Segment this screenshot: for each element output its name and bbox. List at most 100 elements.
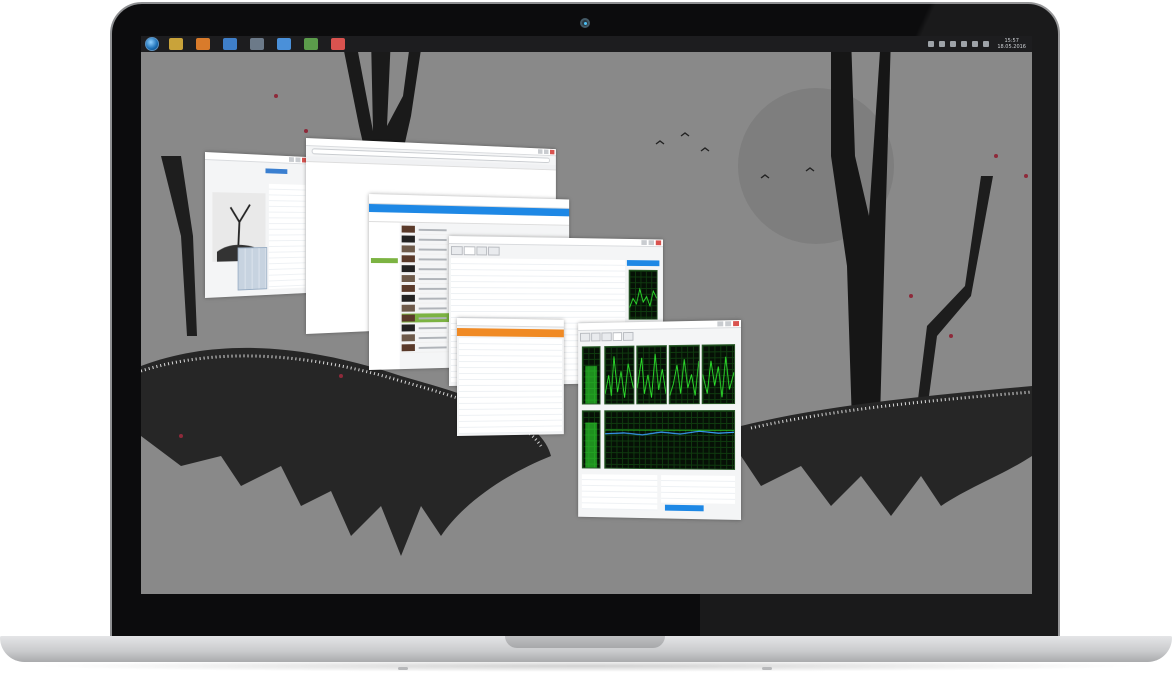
maximize-icon[interactable] <box>725 321 731 326</box>
file-name <box>419 287 447 289</box>
thumbnail-icon <box>402 235 415 242</box>
taskbar-apps <box>169 38 358 50</box>
window-task-manager-performance[interactable] <box>578 320 741 520</box>
tab[interactable] <box>602 332 612 341</box>
close-icon[interactable] <box>656 240 661 245</box>
network-icon[interactable] <box>961 41 967 47</box>
minimize-icon[interactable] <box>289 157 294 162</box>
window-controls <box>715 321 739 326</box>
calculator-keypad[interactable] <box>238 247 268 290</box>
tab[interactable] <box>489 247 500 256</box>
window-controls <box>536 149 554 154</box>
end-task-button[interactable] <box>627 260 659 266</box>
file-name <box>419 258 447 260</box>
laptop-foot <box>762 667 772 670</box>
cpu-usage-bar <box>582 346 601 404</box>
screen: 15:57 18.05.2016 <box>141 36 1032 594</box>
thumbnail-icon <box>402 315 415 322</box>
file-name <box>419 326 447 328</box>
thumbnail-icon <box>402 334 415 341</box>
file-name <box>419 238 447 240</box>
navigation-pane[interactable] <box>369 222 400 370</box>
explorer-taskbar-icon[interactable] <box>169 38 183 50</box>
taskbar: 15:57 18.05.2016 <box>141 36 1032 52</box>
system-stats <box>661 475 735 504</box>
monitor-taskbar-icon[interactable] <box>250 38 264 50</box>
thumbnail-icon <box>402 275 415 282</box>
file-name <box>419 307 447 309</box>
gear-icon[interactable] <box>928 41 934 47</box>
tab-strip <box>580 332 634 342</box>
physical-memory-stats <box>582 474 657 510</box>
tab[interactable] <box>464 246 476 255</box>
paint-taskbar-icon[interactable] <box>304 38 318 50</box>
maximize-icon[interactable] <box>296 157 301 162</box>
tab[interactable] <box>612 332 622 341</box>
chrome-taskbar-icon[interactable] <box>331 38 345 50</box>
thumbnail-icon <box>402 285 415 292</box>
thumbnail-icon <box>402 226 415 233</box>
tab[interactable] <box>451 246 463 255</box>
file-name <box>419 228 447 230</box>
tab[interactable] <box>580 333 590 342</box>
window-controls <box>640 240 662 245</box>
tab-strip <box>451 246 501 256</box>
flag-icon[interactable] <box>983 41 989 47</box>
thumbnail-icon <box>402 255 415 262</box>
minimize-icon[interactable] <box>538 149 543 154</box>
thumbnail-icon <box>402 295 415 302</box>
system-tray: 15:57 18.05.2016 <box>923 36 1026 52</box>
laptop-base-notch <box>505 636 665 648</box>
minimize-icon[interactable] <box>717 321 723 326</box>
window-titlebar[interactable] <box>457 318 564 328</box>
file-name <box>419 317 447 319</box>
thumbnail-icon <box>402 265 415 272</box>
cpu-history-graph-1 <box>604 346 634 405</box>
thumbnail-icon <box>402 245 415 252</box>
start-button[interactable] <box>145 37 159 51</box>
volume-icon[interactable] <box>972 41 978 47</box>
calculator-taskbar-icon[interactable] <box>277 38 291 50</box>
memory-usage-bar <box>582 410 601 468</box>
cpu-history-graph-2 <box>636 345 667 404</box>
file-name <box>419 268 447 270</box>
cpu-graph <box>629 270 658 320</box>
shield-icon[interactable] <box>939 41 945 47</box>
control-panel-taskbar-icon[interactable] <box>223 38 237 50</box>
clock-date: 18.05.2016 <box>997 44 1026 50</box>
file-name <box>419 248 447 250</box>
laptop-scene: 15:57 18.05.2016 <box>0 0 1172 675</box>
minimize-icon[interactable] <box>641 240 646 245</box>
selected-folder[interactable] <box>371 258 398 263</box>
cpu-history-graph-3 <box>669 345 700 405</box>
file-name <box>419 278 447 280</box>
close-icon[interactable] <box>733 321 739 326</box>
thumbnail-icon <box>402 305 415 312</box>
tab[interactable] <box>623 332 633 341</box>
laptop-foot <box>398 667 408 670</box>
resource-monitor-button[interactable] <box>665 505 704 512</box>
maximize-icon[interactable] <box>544 150 548 155</box>
camera-icon <box>580 18 590 28</box>
file-name <box>419 297 447 299</box>
tab[interactable] <box>591 333 601 342</box>
window-calculator[interactable] <box>205 152 309 298</box>
window-controls <box>287 157 307 163</box>
cpu-history-graph-4 <box>702 344 735 404</box>
clock[interactable]: 15:57 18.05.2016 <box>997 38 1026 50</box>
active-tab[interactable] <box>265 168 287 174</box>
file-name <box>419 336 447 338</box>
maximize-icon[interactable] <box>649 240 654 245</box>
tab[interactable] <box>476 246 487 255</box>
media-player-taskbar-icon[interactable] <box>196 38 210 50</box>
battery-icon[interactable] <box>950 41 956 47</box>
close-icon[interactable] <box>550 150 554 155</box>
thumbnail-icon <box>402 344 415 351</box>
resource-table[interactable] <box>459 338 562 434</box>
settings-list <box>269 184 305 289</box>
thumbnail-icon <box>402 324 415 331</box>
memory-history-graph <box>604 410 735 470</box>
section-header[interactable] <box>457 328 564 337</box>
window-resource-monitor[interactable] <box>457 318 564 436</box>
file-name <box>419 346 447 349</box>
